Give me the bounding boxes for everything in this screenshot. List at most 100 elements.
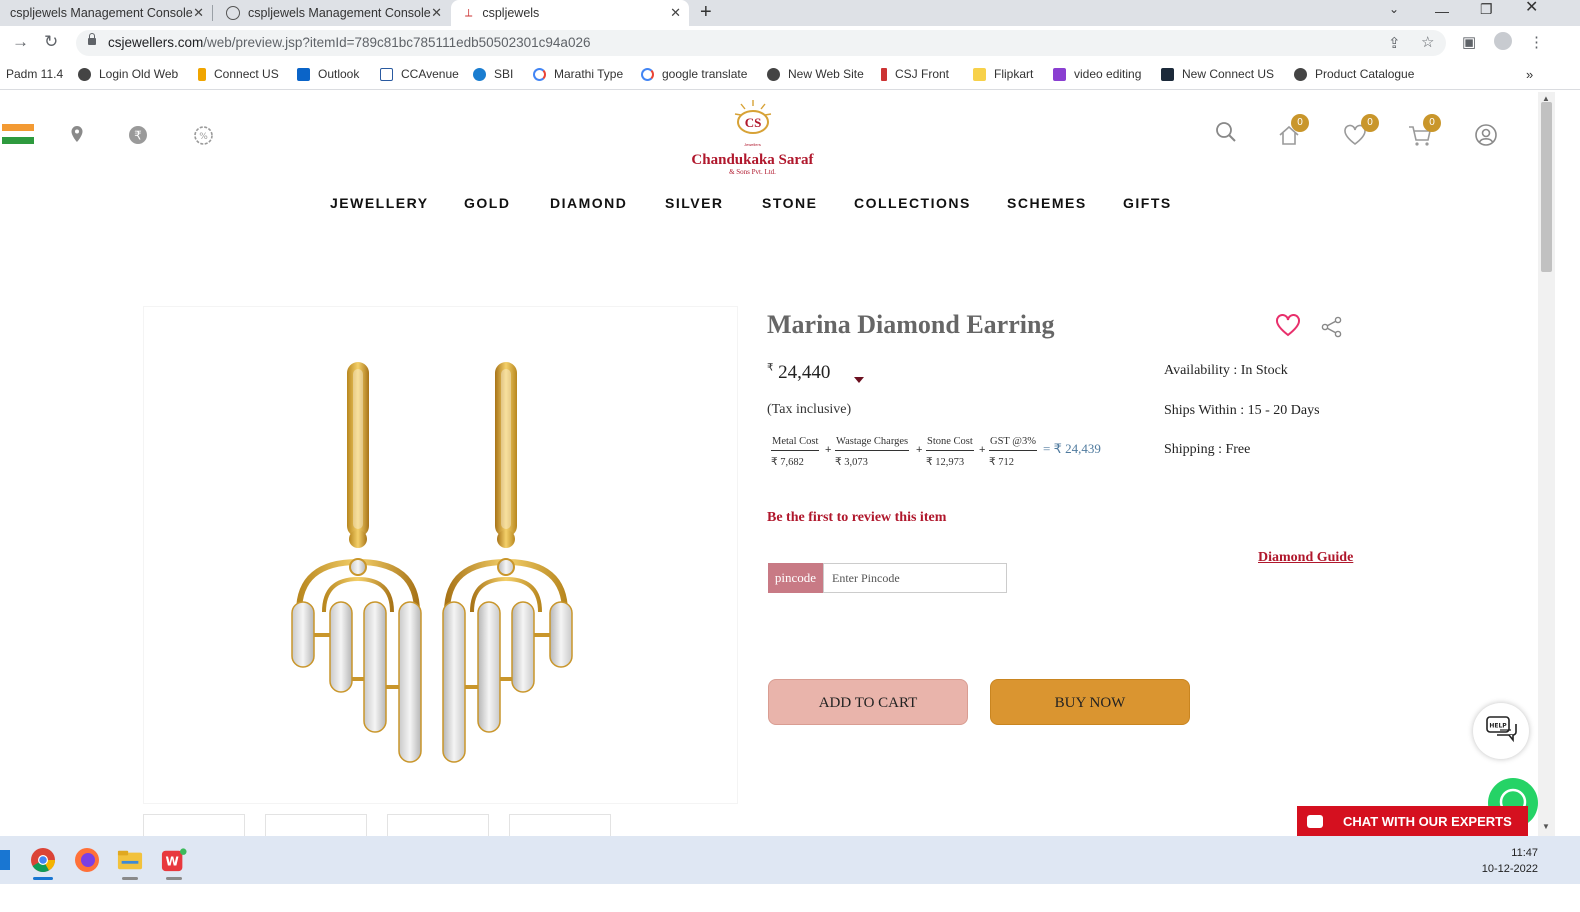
bookmark-login-old-web[interactable]: Login Old Web	[78, 67, 178, 81]
url-host: csjewellers.com	[108, 35, 204, 50]
svg-text:CS: CS	[744, 115, 761, 130]
nav-item-stone[interactable]: STONE	[762, 195, 817, 211]
bookmark-connect-us[interactable]: Connect US	[198, 67, 279, 81]
tab-search-chevron-icon[interactable]: ⌄	[1389, 2, 1399, 16]
chat-with-experts-button[interactable]: CHAT WITH OUR EXPERTS	[1297, 806, 1528, 836]
page-scrollbar[interactable]: ▲ ▼	[1538, 92, 1555, 836]
nav-item-diamond[interactable]: DIAMOND	[550, 195, 627, 211]
buy-now-button[interactable]: BUY NOW	[990, 679, 1190, 725]
bookmark-outlook[interactable]: Outlook	[297, 67, 359, 81]
location-pin-icon[interactable]	[70, 125, 84, 143]
firefox-icon[interactable]	[74, 847, 100, 873]
nav-item-gold[interactable]: GOLD	[464, 195, 510, 211]
india-flag-icon[interactable]	[2, 124, 34, 144]
nav-item-gifts[interactable]: GIFTS	[1123, 195, 1172, 211]
main-navigation: JEWELLERY GOLD DIAMOND SILVER STONE COLL…	[0, 195, 1538, 215]
minimize-icon[interactable]: —	[1435, 4, 1449, 18]
breakdown-item: GST @3% ₹ 712	[989, 436, 1037, 468]
offer-badge-icon[interactable]: %	[193, 125, 214, 146]
nav-item-jewellery[interactable]: JEWELLERY	[330, 195, 429, 211]
review-link[interactable]: Be the first to review this item	[767, 510, 946, 526]
breakdown-label: Metal Cost	[771, 436, 820, 451]
tab-close-icon[interactable]: ✕	[431, 5, 442, 21]
bookmark-csj-front[interactable]: CSJ Front	[881, 67, 949, 81]
ships-within-text: Ships Within : 15 - 20 Days	[1164, 403, 1320, 418]
new-tab-icon[interactable]: +	[700, 0, 712, 24]
windows-taskbar: W 11:47 10-12-2022	[0, 836, 1580, 884]
product-thumbnail[interactable]	[387, 814, 489, 836]
breakdown-value: ₹ 3,073	[835, 457, 868, 468]
bookmark-sbi[interactable]: SBI	[473, 67, 513, 81]
tab-close-icon[interactable]: ✕	[193, 5, 204, 21]
wishlist-heart-icon[interactable]	[1275, 314, 1301, 338]
breakdown-label: Stone Cost	[926, 436, 974, 451]
bottom-blank-strip	[0, 884, 1580, 912]
bookmark-google-translate[interactable]: google translate	[641, 67, 747, 81]
ccavenue-icon	[380, 67, 393, 81]
forward-icon[interactable]: →	[12, 33, 29, 51]
bookmark-star-icon[interactable]: ☆	[1421, 33, 1434, 51]
active-app-indicator	[33, 877, 53, 880]
bookmark-video-editing[interactable]: video editing	[1053, 67, 1141, 81]
web-page: ₹ % CS Jewellers Chandukaka Saraf & Sons…	[0, 92, 1538, 836]
nav-item-schemes[interactable]: SCHEMES	[1007, 195, 1087, 211]
product-thumbnail[interactable]	[265, 814, 367, 836]
browser-tab-active[interactable]: ⟂ cspljewels ✕	[451, 0, 689, 26]
product-thumbnail[interactable]	[509, 814, 611, 836]
bookmarks-overflow-icon[interactable]: »	[1526, 67, 1533, 82]
tab-title: cspljewels	[482, 6, 540, 20]
windows-start-icon[interactable]	[0, 850, 10, 870]
product-title: Marina Diamond Earring	[767, 310, 1055, 339]
rupee-currency-icon[interactable]: ₹	[128, 125, 148, 145]
scrollbar-thumb[interactable]	[1541, 102, 1552, 272]
product-price: ₹ 24,440	[767, 362, 830, 384]
pincode-input[interactable]	[823, 563, 1007, 593]
url-field[interactable]: csjewellers.com/web/preview.jsp?itemId=7…	[76, 30, 1446, 56]
tab-close-icon[interactable]: ✕	[670, 5, 681, 21]
browser-tab[interactable]: cspljewels Management Console ✕	[0, 0, 212, 26]
shipping-text: Shipping : Free	[1164, 442, 1251, 457]
nav-item-collections[interactable]: COLLECTIONS	[854, 195, 971, 211]
add-to-cart-button[interactable]: ADD TO CART	[768, 679, 968, 725]
breakdown-item: Stone Cost ₹ 12,973	[926, 436, 974, 468]
search-icon[interactable]	[1215, 121, 1237, 143]
google-icon	[641, 67, 654, 81]
window-close-icon[interactable]: ✕	[1525, 0, 1538, 16]
bookmarks-bar: Padm 11.4 Login Old Web Connect US Outlo…	[0, 60, 1580, 90]
share-icon[interactable]	[1321, 316, 1343, 338]
product-main-image[interactable]	[143, 306, 738, 804]
bookmark-flipkart[interactable]: Flipkart	[973, 67, 1033, 81]
breakdown-value: ₹ 712	[989, 457, 1015, 468]
bookmark-product-catalogue[interactable]: Product Catalogue	[1294, 67, 1414, 81]
user-account-icon[interactable]	[1474, 123, 1498, 147]
restore-icon[interactable]: ❐	[1480, 2, 1493, 16]
chrome-icon[interactable]	[30, 847, 56, 873]
bookmark-new-connect-us[interactable]: New Connect US	[1161, 67, 1274, 81]
brand-logo[interactable]: CS Jewellers Chandukaka Saraf & Sons Pvt…	[680, 98, 825, 176]
reload-icon[interactable]: ↻	[44, 33, 58, 51]
share-page-icon[interactable]: ⇪	[1388, 34, 1401, 52]
browser-tab[interactable]: cspljewels Management Console ✕	[214, 0, 450, 26]
nav-item-silver[interactable]: SILVER	[665, 195, 724, 211]
product-thumbnail[interactable]	[143, 814, 245, 836]
bookmark-new-web-site[interactable]: New Web Site	[767, 67, 864, 81]
bookmark-marathi-type[interactable]: Marathi Type	[533, 67, 623, 81]
diamond-guide-link[interactable]: Diamond Guide	[1258, 550, 1353, 566]
earring-image	[291, 362, 573, 763]
scroll-down-icon[interactable]: ▼	[1542, 822, 1550, 831]
globe-icon	[1294, 67, 1307, 81]
app-indicator	[122, 877, 138, 880]
help-chat-button[interactable]: HELP	[1473, 703, 1529, 759]
file-explorer-icon[interactable]	[117, 847, 143, 873]
svg-text:%: %	[199, 132, 208, 142]
price-breakdown-toggle-icon[interactable]	[854, 377, 864, 383]
bookmark-ccavenue[interactable]: CCAvenue	[380, 67, 459, 81]
svg-text:₹: ₹	[134, 129, 142, 143]
breakdown-item: Wastage Charges ₹ 3,073	[835, 436, 910, 468]
wps-office-icon[interactable]: W	[161, 847, 187, 873]
side-panel-icon[interactable]: ▣	[1462, 33, 1476, 51]
browser-menu-icon[interactable]: ⋮	[1529, 33, 1544, 51]
bookmark-padm[interactable]: Padm 11.4	[6, 67, 63, 81]
system-clock[interactable]: 11:47 10-12-2022	[1482, 845, 1538, 877]
profile-avatar-icon[interactable]	[1494, 32, 1512, 50]
